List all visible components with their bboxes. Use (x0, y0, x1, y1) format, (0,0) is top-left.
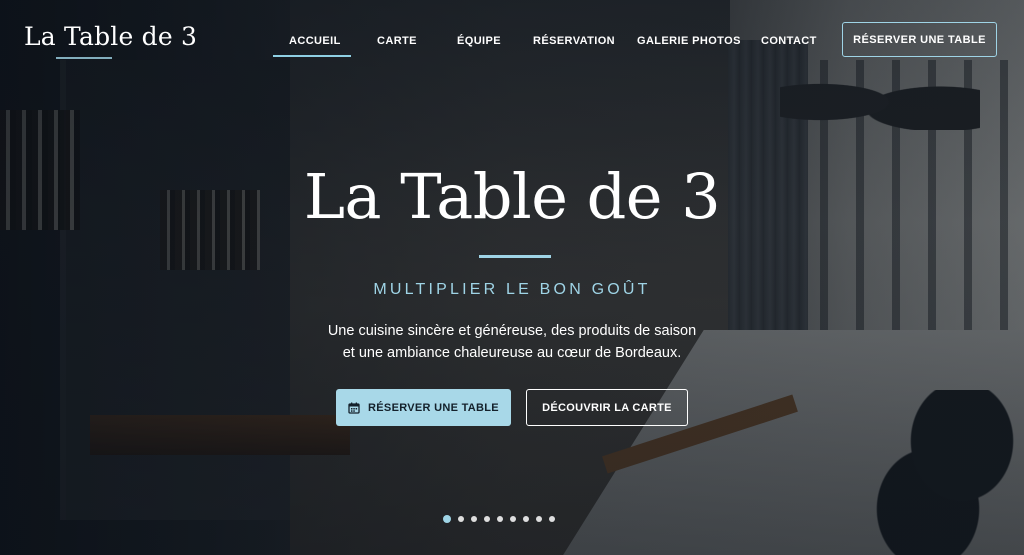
calendar-icon (348, 402, 360, 414)
carousel-dot[interactable] (510, 516, 516, 522)
carousel-dots (443, 514, 555, 524)
hero-description-line-2: et une ambiance chaleureuse au cœur de B… (342, 345, 682, 361)
header-reserve-button[interactable]: RÉSERVER UNE TABLE (842, 22, 997, 57)
carousel-dot[interactable] (458, 516, 464, 522)
hero-description-line-1: Une cuisine sincère et généreuse, des pr… (327, 323, 697, 339)
nav-item-contact[interactable]: CONTACT (761, 35, 817, 47)
reserve-table-button-label: RÉSERVER UNE TABLE (368, 401, 499, 414)
carousel-dot[interactable] (443, 515, 451, 523)
nav-item-reservation[interactable]: RÉSERVATION (533, 35, 615, 47)
nav-item-carte[interactable]: CARTE (377, 35, 417, 47)
reserve-table-button[interactable]: RÉSERVER UNE TABLE (336, 389, 511, 426)
hero-section: La Table de 3 ACCUEIL CARTE ÉQUIPE RÉSER… (0, 0, 1024, 555)
nav-item-galerie-photos[interactable]: GALERIE PHOTOS (637, 35, 741, 47)
nav-active-indicator (273, 55, 351, 57)
carousel-dot[interactable] (523, 516, 529, 522)
carousel-dot[interactable] (484, 516, 490, 522)
site-logo[interactable]: La Table de 3 (24, 22, 197, 51)
carousel-dot[interactable] (549, 516, 555, 522)
nav-item-equipe[interactable]: ÉQUIPE (457, 35, 501, 47)
carousel-dot[interactable] (471, 516, 477, 522)
site-header: La Table de 3 ACCUEIL CARTE ÉQUIPE RÉSER… (0, 0, 1024, 80)
discover-menu-button[interactable]: DÉCOUVRIR LA CARTE (526, 389, 688, 426)
hero-background-image (0, 0, 1024, 555)
carousel-dot[interactable] (497, 516, 503, 522)
nav-item-accueil[interactable]: ACCUEIL (289, 35, 341, 47)
logo-underline (56, 57, 112, 59)
title-underline (479, 255, 551, 258)
hero-description: Une cuisine sincère et généreuse, des pr… (0, 320, 1024, 364)
hero-subtitle: MULTIPLIER LE BON GOÛT (373, 281, 651, 298)
hero-title: La Table de 3 (303, 160, 721, 233)
carousel-dot[interactable] (536, 516, 542, 522)
bg-overlay-left (0, 0, 1024, 555)
